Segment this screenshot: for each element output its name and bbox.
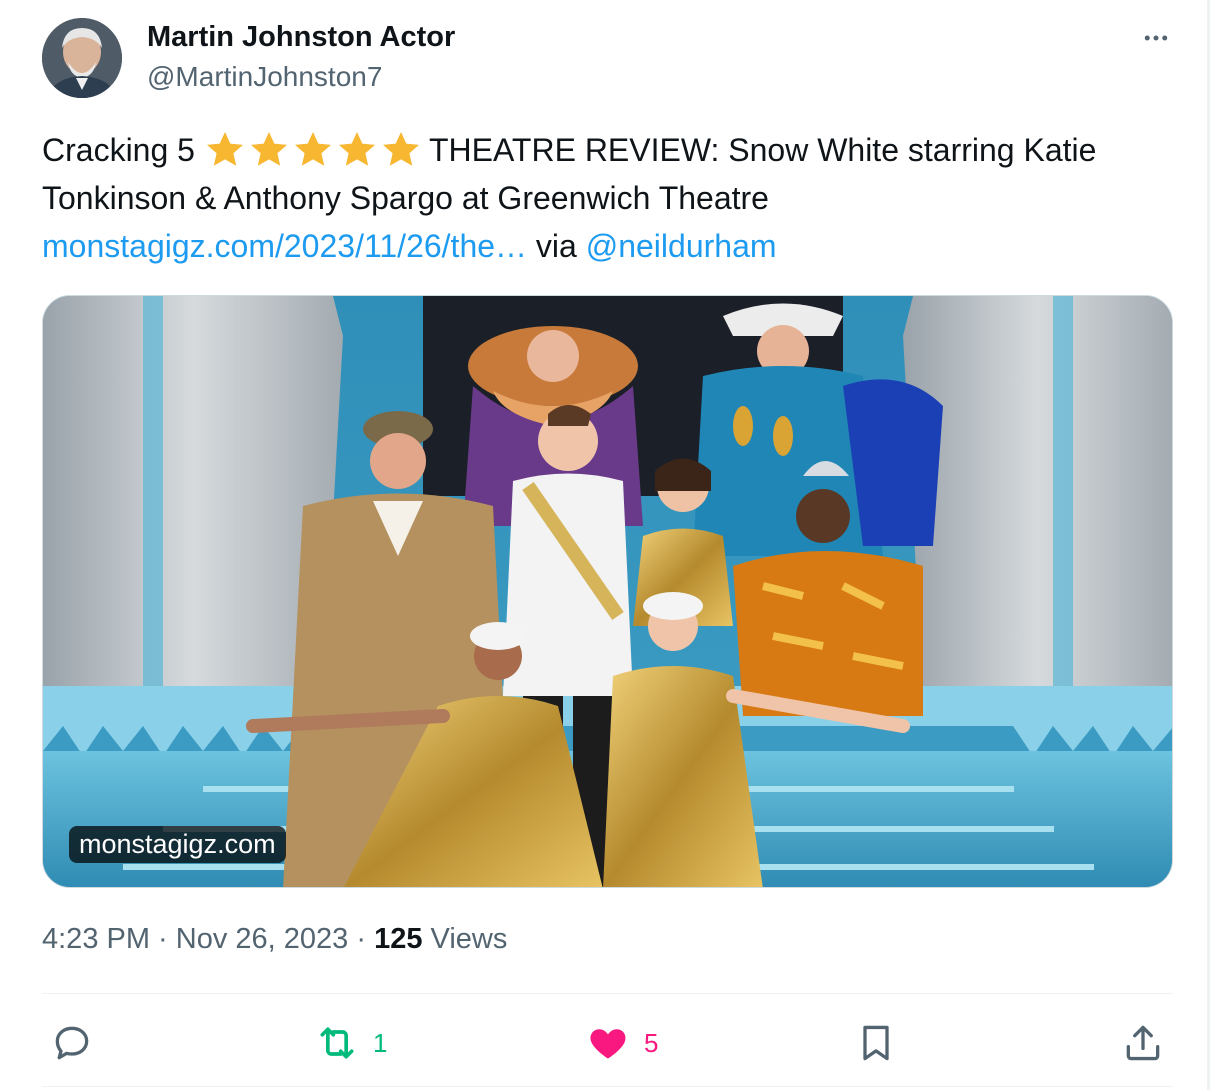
share-icon: [1126, 1025, 1160, 1061]
reply-button[interactable]: [50, 1012, 108, 1074]
avatar-image: [42, 18, 122, 98]
reply-icon: [55, 1026, 89, 1060]
bookmark-button[interactable]: [854, 1012, 898, 1074]
tweet-line-3: monstagigz.com/2023/11/26/the… via @neil…: [42, 222, 1182, 270]
avatar[interactable]: [42, 18, 122, 98]
heart-icon: [590, 1029, 626, 1059]
share-button[interactable]: [1121, 1012, 1165, 1074]
divider-bottom: [42, 1086, 1173, 1087]
tweet-date[interactable]: Nov 26, 2023: [176, 923, 349, 955]
retweet-count: 1: [373, 1027, 388, 1058]
action-bar: 1 5: [42, 1012, 1173, 1074]
more-icon: [1144, 35, 1168, 41]
tweet-line-2: Tonkinson & Anthony Spargo at Greenwich …: [42, 174, 1182, 222]
media-card[interactable]: monstagigz.com: [42, 295, 1173, 888]
tweet-line-1: Cracking 5 THEATRE REVIEW: Snow White st…: [42, 126, 1182, 174]
bookmark-icon: [863, 1025, 889, 1061]
star-icon: [338, 132, 375, 166]
theatre-photo: [43, 296, 1172, 887]
star-icon: [382, 132, 419, 166]
divider-top: [42, 993, 1173, 994]
more-button[interactable]: [1136, 18, 1176, 58]
meta-separator-2: ·: [348, 923, 375, 955]
tweet-meta: 4:23 PM · Nov 26, 2023 · 125 Views: [42, 923, 507, 956]
star-rating: [203, 128, 423, 172]
retweet-button[interactable]: 1: [315, 1012, 387, 1074]
tweet-line-2-text: Tonkinson & Anthony Spargo at Greenwich …: [42, 180, 769, 216]
via-text: via: [527, 228, 586, 264]
tweet-text: Cracking 5 THEATRE REVIEW: Snow White st…: [42, 126, 1182, 270]
like-count: 5: [644, 1027, 659, 1058]
views-label: Views: [422, 923, 508, 955]
article-link[interactable]: monstagigz.com/2023/11/26/the…: [42, 222, 527, 270]
link-domain-badge: monstagigz.com: [69, 826, 286, 863]
tweet-prefix: Cracking 5: [42, 132, 195, 168]
star-icon: [250, 132, 287, 166]
tweet-headline: THEATRE REVIEW: Snow White starring Kati…: [428, 132, 1097, 168]
views-count: 125: [374, 923, 423, 955]
tweet-time[interactable]: 4:23 PM: [42, 923, 150, 955]
meta-separator: ·: [150, 923, 176, 955]
display-name[interactable]: Martin Johnston Actor: [147, 21, 455, 54]
retweet-icon: [320, 1027, 354, 1059]
like-button[interactable]: 5: [586, 1012, 658, 1074]
star-icon: [206, 132, 243, 166]
star-icon: [294, 132, 331, 166]
handle[interactable]: @MartinJohnston7: [147, 61, 382, 93]
mention-link[interactable]: @neildurham: [586, 222, 777, 270]
